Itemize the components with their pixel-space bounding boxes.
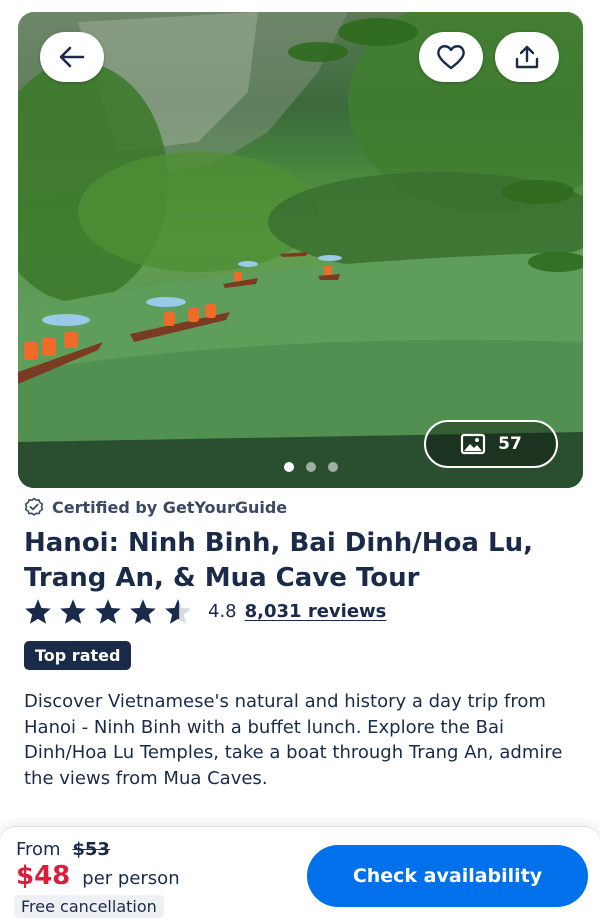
- reviews-link[interactable]: 8,031 reviews: [245, 601, 387, 622]
- rating-stars: [24, 598, 192, 625]
- current-price: $48: [16, 861, 71, 891]
- tour-description: Discover Vietnamese's natural and histor…: [24, 691, 563, 789]
- carousel-dot[interactable]: [284, 462, 294, 472]
- badge-check-icon: [24, 497, 44, 516]
- booking-bar: From $53 $48 per person Free cancellatio…: [0, 826, 600, 921]
- per-person-label: per person: [82, 868, 180, 889]
- top-rated-badge: Top rated: [24, 641, 132, 670]
- share-button[interactable]: [495, 32, 559, 82]
- tour-title: Hanoi: Ninh Binh, Bai Dinh/Hoa Lu, Trang…: [24, 528, 533, 593]
- hero-image[interactable]: 57: [18, 12, 583, 488]
- carousel-dot[interactable]: [328, 462, 338, 472]
- star-half-icon: [165, 599, 191, 624]
- original-price: $53: [72, 839, 110, 860]
- rating-row: 4.8 8,031 reviews: [24, 598, 386, 625]
- arrow-left-icon: [59, 46, 85, 68]
- price-row: $48 per person: [16, 861, 180, 891]
- star-icon: [25, 599, 51, 624]
- gallery-button[interactable]: 57: [424, 420, 558, 468]
- share-icon: [515, 45, 539, 69]
- from-price-row: From $53: [16, 839, 110, 860]
- back-button[interactable]: [40, 32, 104, 82]
- certification-label: Certified by GetYourGuide: [52, 497, 288, 517]
- star-icon: [60, 599, 86, 624]
- river-landscape-photo: [18, 12, 583, 488]
- free-cancellation-tag: Free cancellation: [14, 895, 164, 918]
- heart-icon: [437, 45, 465, 70]
- image-icon: [461, 433, 486, 455]
- photo-count-label: 57: [498, 434, 522, 454]
- star-icon: [130, 599, 156, 624]
- carousel-dot[interactable]: [306, 462, 316, 472]
- favorite-button[interactable]: [419, 32, 483, 82]
- star-icon: [95, 599, 121, 624]
- from-label: From: [16, 839, 61, 860]
- certification-row: Certified by GetYourGuide: [24, 497, 287, 517]
- carousel-dots: [284, 462, 338, 472]
- check-availability-button[interactable]: Check availability: [307, 845, 588, 907]
- rating-value: 4.8: [208, 601, 237, 622]
